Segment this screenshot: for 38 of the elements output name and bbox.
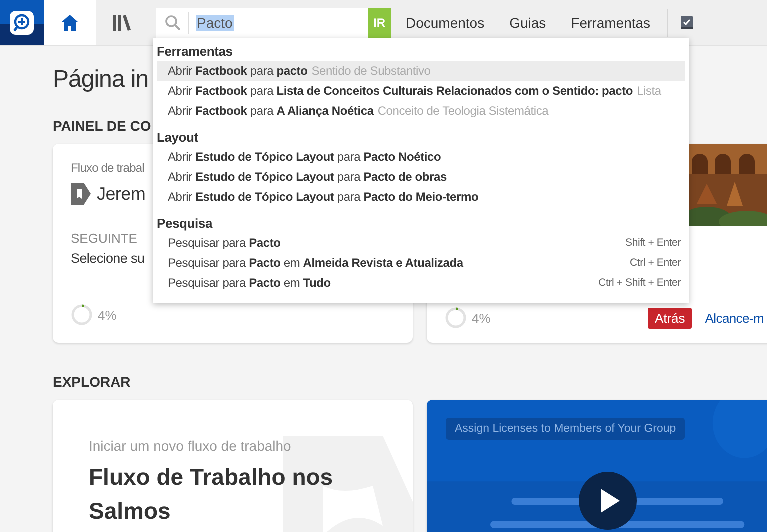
progress-ring <box>71 304 93 326</box>
card-subtitle: Iniciar um novo fluxo de trabalho <box>89 438 292 454</box>
card-title: Fluxo de Trabalho nos Salmos <box>89 463 334 526</box>
menu-item[interactable]: Ferramentas <box>561 14 661 30</box>
search-icon <box>165 14 181 30</box>
bookmark-icon <box>71 183 91 205</box>
play-button[interactable] <box>579 472 637 530</box>
progress-reading: 4% <box>98 308 117 322</box>
card-label: Fluxo de trabal <box>71 161 144 175</box>
home-icon <box>61 14 79 32</box>
next-label: SEGUINTE <box>71 231 138 246</box>
library-icon <box>112 14 132 32</box>
app-logo[interactable] <box>0 0 44 45</box>
menu-item[interactable]: Documentos <box>396 14 495 30</box>
progress-ring <box>445 307 467 329</box>
checklist-icon <box>680 15 694 30</box>
group-heading: Pesquisa <box>157 215 214 233</box>
suggestion-item[interactable]: Abrir Factbook para Lista de Conceitos Culturais Relacionados com o Sentido: pacto Lista <box>157 81 685 101</box>
next-step: Selecione su <box>71 251 145 266</box>
video-card[interactable]: Assign Licenses to Members of Your Group <box>427 400 767 532</box>
menu-item[interactable]: Guias <box>500 14 556 30</box>
suggestion-item[interactable]: Abrir Factbook para pacto Sentido de Substantivo <box>157 61 685 81</box>
logo-icon <box>9 10 35 36</box>
search-field[interactable]: Pacto <box>156 8 368 38</box>
section-heading: EXPLORAR <box>53 374 131 390</box>
progress-reading: 4% <box>472 310 491 326</box>
section-heading: PAINEL DE CO <box>53 118 152 134</box>
group-heading: Ferramentas <box>157 43 234 61</box>
card-title: Jerem <box>97 184 146 204</box>
suggestion-item[interactable]: Abrir Factbook para A Aliança Noética Conceito de Teologia Sistemática <box>157 101 685 121</box>
reach-link[interactable]: Alcance-m <box>705 310 764 326</box>
group-heading: Layout <box>157 129 200 147</box>
page-title: Página in <box>53 66 149 95</box>
workflow-card[interactable]: Iniciar um novo fluxo de trabalho Fluxo de Trabalho nos Salmos <box>53 400 413 532</box>
video-tag: Assign Licenses to Members of Your Group <box>446 418 686 440</box>
home-tab[interactable] <box>44 0 96 45</box>
search-text: Pacto <box>196 14 234 30</box>
back-button[interactable]: Atrás <box>648 308 692 328</box>
